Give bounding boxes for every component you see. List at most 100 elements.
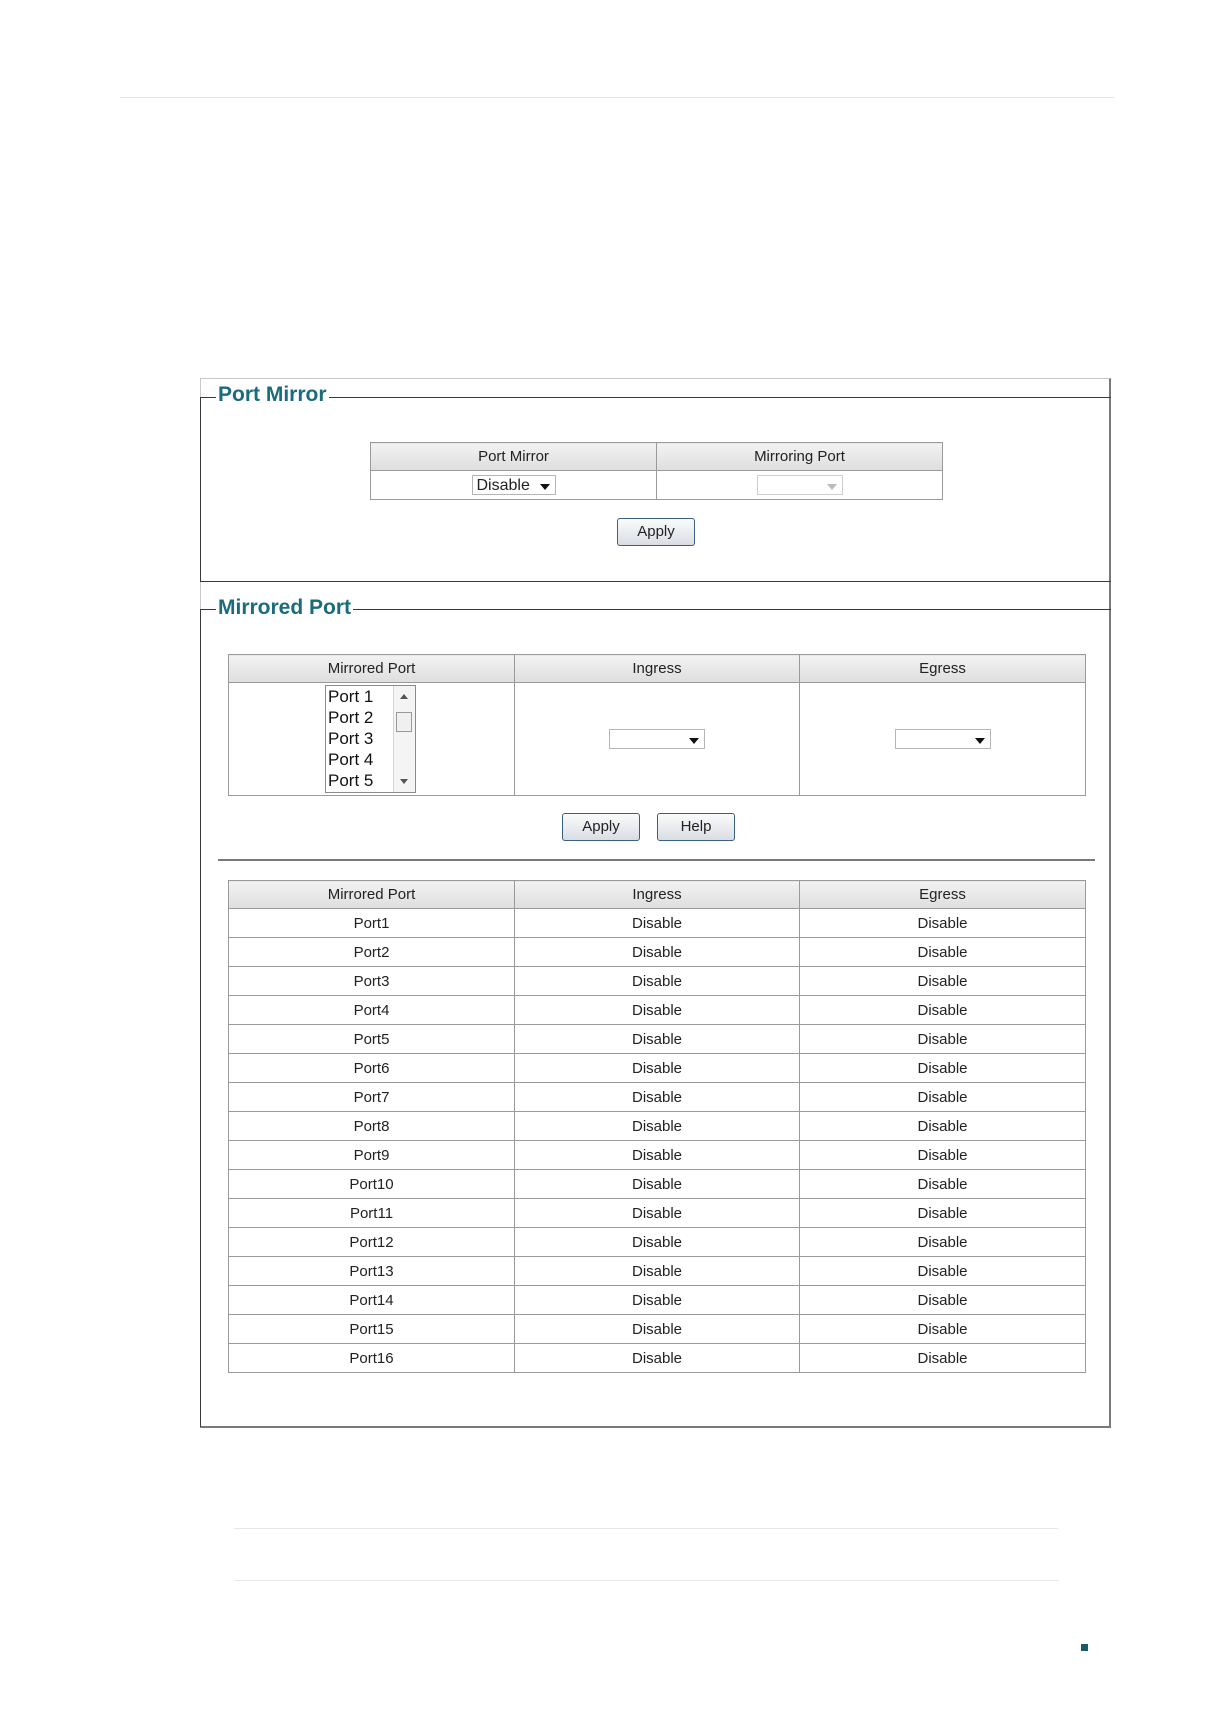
row-port-cell: Port10 (228, 1169, 515, 1199)
table-row: Port9 Disable Disable (228, 1140, 1086, 1170)
row-ingress-cell: Disable (514, 1227, 800, 1257)
table-row: Port5 Disable Disable (228, 1024, 1086, 1054)
chevron-down-icon (689, 738, 699, 744)
chevron-down-icon (826, 484, 837, 490)
row-egress-cell: Disable (799, 1111, 1086, 1141)
row-port-cell: Port14 (228, 1285, 515, 1315)
row-egress-cell: Disable (799, 1198, 1086, 1228)
table-row: Port15 Disable Disable (228, 1314, 1086, 1344)
ingress-select[interactable] (609, 729, 705, 749)
port-mirror-table: Port Mirror Mirroring Port Disable (370, 442, 943, 500)
row-ingress-cell: Disable (514, 1053, 800, 1083)
row-egress-cell: Disable (799, 995, 1086, 1025)
port-mirror-select[interactable]: Disable (471, 475, 556, 495)
mirrored-port-section-left-rule (200, 609, 201, 1427)
port-mirror-header: Port Mirror (370, 442, 657, 471)
mirrored-port-status-table: Mirrored Port Ingress Egress Port1 Disabl… (228, 880, 1086, 1373)
row-egress-cell: Disable (799, 1256, 1086, 1286)
chevron-down-icon (974, 738, 985, 744)
help-button[interactable]: Help (657, 813, 735, 841)
footer-rule-top (234, 1528, 1058, 1529)
row-egress-cell: Disable (799, 1343, 1086, 1373)
port-mirror-cell: Disable (370, 470, 657, 500)
port-mirror-title: Port Mirror (216, 383, 329, 407)
row-port-cell: Port9 (228, 1140, 515, 1170)
row-egress-cell: Disable (799, 1314, 1086, 1344)
row-egress-cell: Disable (799, 1053, 1086, 1083)
row-ingress-cell: Disable (514, 966, 800, 996)
row-egress-cell: Disable (799, 1082, 1086, 1112)
config-ingress-header: Ingress (514, 654, 800, 683)
row-port-cell: Port11 (228, 1198, 515, 1228)
row-ingress-cell: Disable (514, 1198, 800, 1228)
config-ingress-cell (514, 682, 800, 796)
row-egress-cell: Disable (799, 937, 1086, 967)
scroll-down-icon[interactable] (400, 779, 408, 784)
port-mirror-section-left-rule (200, 397, 201, 581)
table-row: Port1 Disable Disable (228, 908, 1086, 938)
config-egress-header: Egress (799, 654, 1086, 683)
row-port-cell: Port2 (228, 937, 515, 967)
table-row: Port2 Disable Disable (228, 937, 1086, 967)
port-mirror-select-value: Disable (476, 477, 530, 494)
row-port-cell: Port7 (228, 1082, 515, 1112)
port-mirror-section-bottom-rule (200, 581, 1111, 582)
row-ingress-cell: Disable (514, 1111, 800, 1141)
scroll-thumb[interactable] (396, 712, 412, 732)
row-ingress-cell: Disable (514, 937, 800, 967)
mirroring-port-header: Mirroring Port (656, 442, 943, 471)
row-egress-cell: Disable (799, 908, 1086, 938)
row-port-cell: Port4 (228, 995, 515, 1025)
row-port-cell: Port16 (228, 1343, 515, 1373)
row-ingress-cell: Disable (514, 1343, 800, 1373)
port-mirror-section-rule (200, 397, 1111, 398)
status-egress-header: Egress (799, 880, 1086, 909)
row-port-cell: Port6 (228, 1053, 515, 1083)
table-row: Port12 Disable Disable (228, 1227, 1086, 1257)
mirroring-port-select[interactable] (756, 475, 843, 495)
table-row: Port6 Disable Disable (228, 1053, 1086, 1083)
table-row: Port16 Disable Disable (228, 1343, 1086, 1373)
listbox-scrollbar[interactable] (393, 686, 415, 792)
footer-rule-bottom (234, 1580, 1058, 1581)
row-egress-cell: Disable (799, 1285, 1086, 1315)
row-ingress-cell: Disable (514, 1314, 800, 1344)
table-row: Port13 Disable Disable (228, 1256, 1086, 1286)
egress-select[interactable] (894, 729, 991, 749)
row-ingress-cell: Disable (514, 1285, 800, 1315)
mirroring-port-cell (656, 470, 943, 500)
row-ingress-cell: Disable (514, 1256, 800, 1286)
page-marker-icon (1081, 1644, 1088, 1651)
config-egress-cell (799, 682, 1086, 796)
row-port-cell: Port15 (228, 1314, 515, 1344)
row-port-cell: Port12 (228, 1227, 515, 1257)
row-ingress-cell: Disable (514, 1169, 800, 1199)
row-egress-cell: Disable (799, 1140, 1086, 1170)
chevron-down-icon (539, 484, 550, 490)
mirrored-port-listbox[interactable]: Port 1 Port 2 Port 3 Port 4 Port 5 (325, 685, 416, 793)
status-table-body: Port1 Disable Disable Port2 Disable Disable Po… (228, 908, 1086, 1373)
table-row: Port11 Disable Disable (228, 1198, 1086, 1228)
row-ingress-cell: Disable (514, 1082, 800, 1112)
table-row: Port10 Disable Disable (228, 1169, 1086, 1199)
row-port-cell: Port8 (228, 1111, 515, 1141)
mirrored-port-title: Mirrored Port (216, 596, 354, 620)
port-mirror-apply-button[interactable]: Apply (617, 518, 695, 546)
row-ingress-cell: Disable (514, 995, 800, 1025)
config-mirrored-port-header: Mirrored Port (228, 654, 515, 683)
table-divider (218, 859, 1095, 861)
row-port-cell: Port1 (228, 908, 515, 938)
row-egress-cell: Disable (799, 1169, 1086, 1199)
row-port-cell: Port13 (228, 1256, 515, 1286)
table-row: Port4 Disable Disable (228, 995, 1086, 1025)
mirrored-port-apply-button[interactable]: Apply (562, 813, 640, 841)
table-row: Port8 Disable Disable (228, 1111, 1086, 1141)
row-egress-cell: Disable (799, 966, 1086, 996)
table-row: Port3 Disable Disable (228, 966, 1086, 996)
row-egress-cell: Disable (799, 1227, 1086, 1257)
table-row: Port14 Disable Disable (228, 1285, 1086, 1315)
status-ingress-header: Ingress (514, 880, 800, 909)
row-egress-cell: Disable (799, 1024, 1086, 1054)
scroll-up-icon[interactable] (400, 694, 408, 699)
row-ingress-cell: Disable (514, 1024, 800, 1054)
